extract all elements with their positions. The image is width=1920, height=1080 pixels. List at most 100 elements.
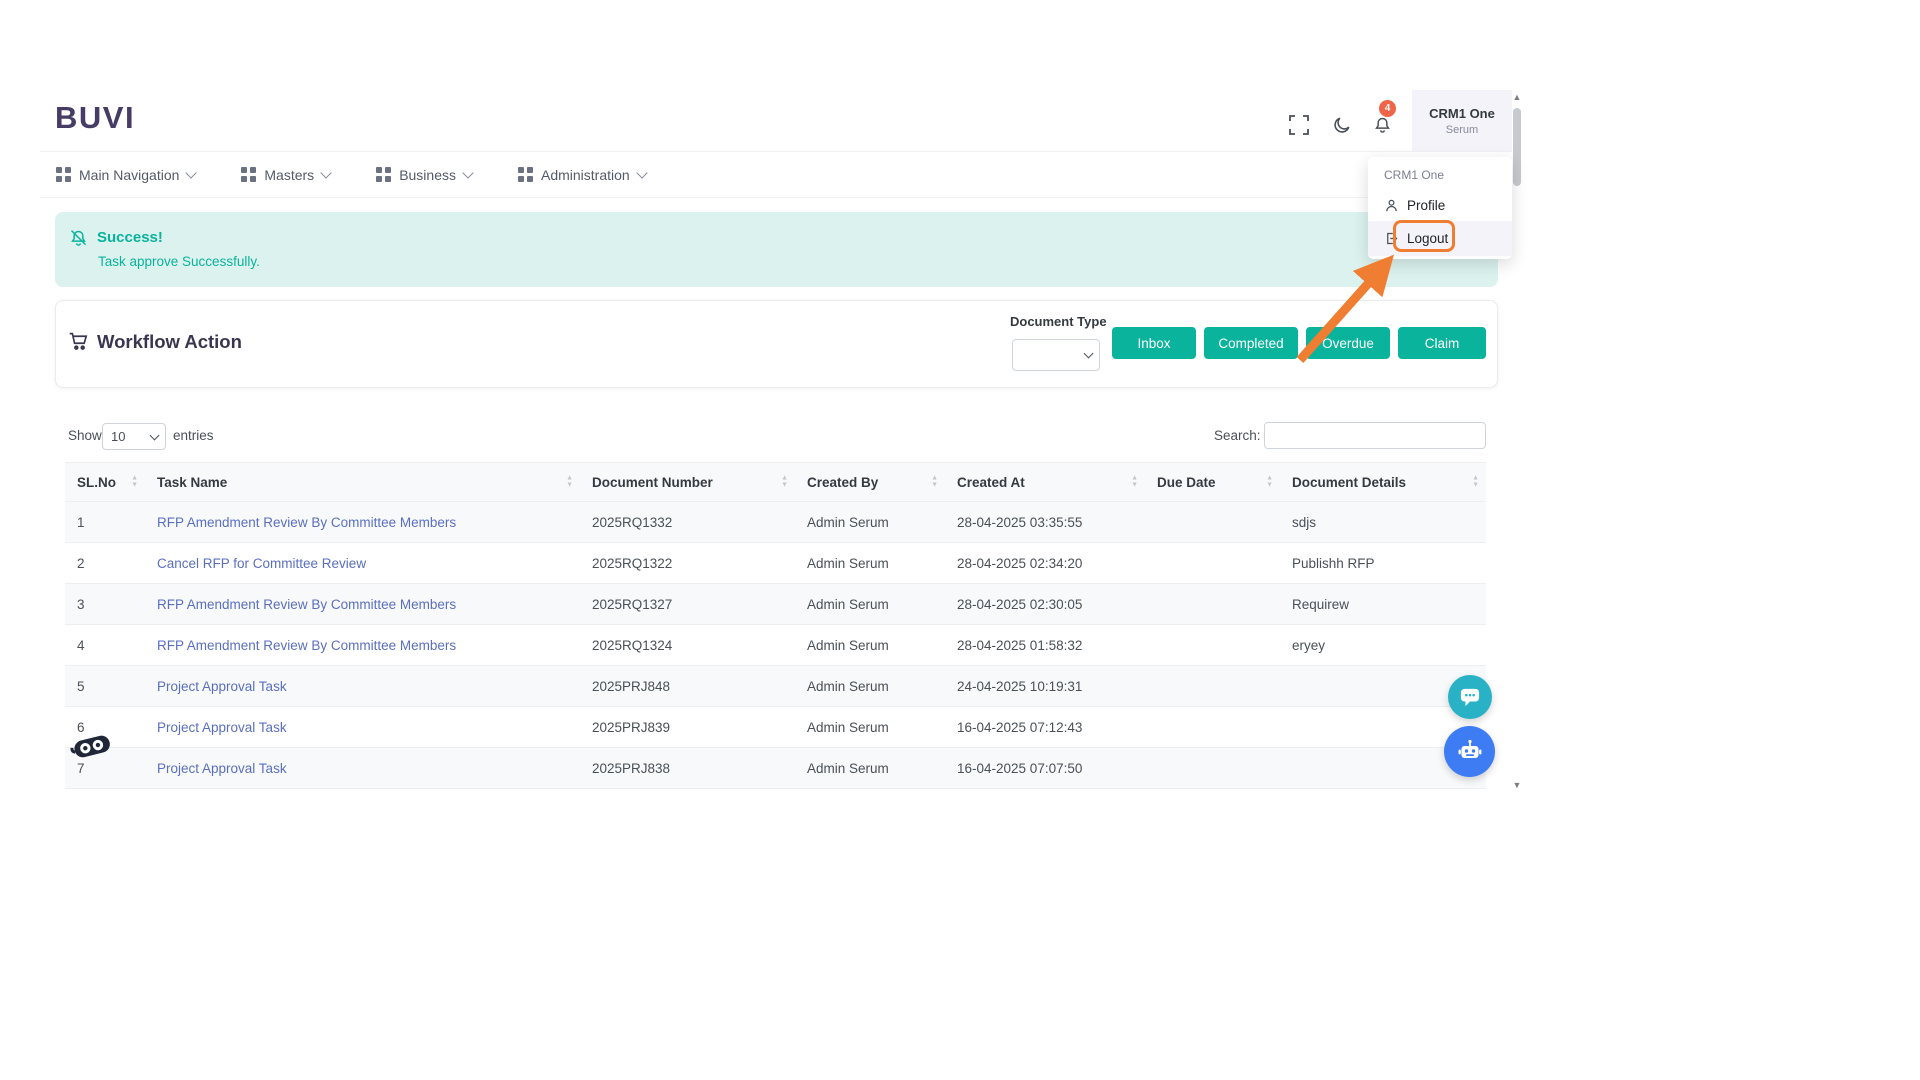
column-header-document-number[interactable]: Document Number ▲ ▼ [580, 463, 795, 501]
fullscreen-button[interactable] [1286, 112, 1312, 138]
scroll-up-arrow[interactable]: ▲ [1510, 92, 1524, 102]
cell-details: eryey [1292, 637, 1326, 653]
table-header-row: SL.No ▲ ▼ Task Name ▲ ▼ Document Number ▲ ▼ Cr… [65, 462, 1486, 502]
task-name-link[interactable]: RFP Amendment Review By Committee Member… [157, 515, 456, 530]
sort-icon: ▲ ▼ [131, 474, 138, 488]
cell-due_date [1145, 543, 1280, 583]
overdue-button[interactable]: Overdue [1306, 327, 1390, 359]
document-type-label: Document Type [1010, 314, 1107, 329]
column-header-created-at[interactable]: Created At ▲ ▼ [945, 463, 1145, 501]
cell-task: RFP Amendment Review By Committee Member… [145, 625, 580, 665]
nav-item-administration[interactable]: Administration [518, 166, 648, 183]
sort-icon: ▲ ▼ [931, 474, 938, 488]
cell-created_at: 16-04-2025 07:07:50 [957, 760, 1083, 776]
success-alert [55, 212, 1498, 287]
cell-task: Project Approval Task [145, 666, 580, 706]
notification-count-badge: 4 [1379, 100, 1396, 117]
cell-created_by: Admin Serum [807, 637, 889, 653]
cell-created_at: 28-04-2025 01:58:32 [957, 637, 1083, 653]
nav-label: Business [399, 166, 456, 183]
alert-title: Success! [97, 229, 163, 246]
nav-label: Masters [264, 166, 315, 183]
page-size-select-control[interactable]: 10 [102, 423, 166, 450]
column-header-created-by[interactable]: Created By ▲ ▼ [795, 463, 945, 501]
cell-created_by: Admin Serum [807, 760, 889, 776]
menu-item-profile[interactable]: Profile [1368, 190, 1512, 220]
cell-created_by: Admin Serum [807, 555, 889, 571]
cell-doc_number: 2025RQ1322 [592, 555, 673, 571]
completed-button[interactable]: Completed [1204, 327, 1298, 359]
cell-created_at: 28-04-2025 02:34:20 [957, 555, 1083, 571]
menu-item-label: Profile [1407, 197, 1446, 213]
chevron-down-icon [462, 166, 474, 179]
page-size-select[interactable]: 10 [102, 423, 166, 450]
task-name-link[interactable]: Project Approval Task [157, 761, 287, 776]
user-name: CRM1 One [1429, 105, 1495, 121]
task-name-link[interactable]: RFP Amendment Review By Committee Member… [157, 638, 456, 653]
column-header-slno[interactable]: SL.No ▲ ▼ [65, 463, 145, 501]
moon-icon [1333, 116, 1350, 133]
alert-message: Task approve Successfully. [98, 254, 260, 269]
nav-label: Administration [541, 166, 630, 183]
menu-item-label: Logout [1407, 231, 1449, 246]
scroll-down-arrow[interactable]: ▼ [1510, 780, 1524, 790]
user-menu-trigger[interactable]: CRM1 One Serum [1412, 90, 1512, 151]
grid-icon [56, 167, 71, 182]
task-name-link[interactable]: Cancel RFP for Committee Review [157, 556, 366, 571]
inbox-button[interactable]: Inbox [1112, 327, 1196, 359]
cell-created_at: 28-04-2025 03:35:55 [957, 514, 1083, 530]
user-dropdown-menu: CRM1 One Profile Logout [1368, 157, 1512, 259]
dark-mode-button[interactable] [1328, 112, 1354, 138]
task-name-link[interactable]: Project Approval Task [157, 720, 287, 735]
claim-button[interactable]: Claim [1398, 327, 1486, 359]
cell-details: Publishh RFP [1292, 555, 1375, 571]
task-name-link[interactable]: Project Approval Task [157, 679, 287, 694]
cell-task: Project Approval Task [145, 748, 580, 788]
menu-item-logout[interactable]: Logout [1368, 221, 1512, 256]
nav-item-main-navigation[interactable]: Main Navigation [56, 167, 198, 183]
scrollbar-thumb[interactable] [1513, 108, 1521, 186]
assistant-fab-button[interactable] [1444, 726, 1495, 777]
grid-icon [376, 167, 392, 182]
cell-task: Cancel RFP for Committee Review [145, 543, 580, 583]
task-name-link[interactable]: RFP Amendment Review By Committee Member… [157, 597, 456, 612]
logout-icon [1387, 232, 1398, 245]
fullscreen-icon [1289, 115, 1309, 135]
cell-due_date [1145, 584, 1280, 624]
cell-created_at: 16-04-2025 07:12:43 [957, 719, 1083, 735]
user-role: Serum [1445, 123, 1479, 136]
sort-icon: ▲ ▼ [1266, 474, 1273, 488]
cell-doc_number: 2025RQ1327 [592, 596, 673, 612]
table-row: 5 Project Approval Task 2025PRJ848 Admin Se… [65, 666, 1486, 707]
cell-doc_number: 2025PRJ848 [592, 678, 671, 694]
nav-item-masters[interactable]: Masters [241, 166, 332, 183]
table-row: 1 RFP Amendment Review By Committee Membe… [65, 502, 1486, 543]
document-type-select-control[interactable] [1012, 339, 1100, 371]
cell-created_at: 24-04-2025 10:19:31 [957, 678, 1083, 694]
cell-due_date [1145, 666, 1280, 706]
cell-details: Requirew [1292, 596, 1350, 612]
vertical-scrollbar[interactable]: ▲ ▼ [1510, 92, 1524, 792]
cell-task: Project Approval Task [145, 707, 580, 747]
search-input[interactable] [1264, 422, 1486, 449]
nav-item-business[interactable]: Business [376, 166, 474, 183]
column-header-document-details[interactable]: Document Details ▲ ▼ [1280, 463, 1486, 501]
document-type-select[interactable] [1012, 339, 1100, 371]
cell-doc_number: 2025RQ1324 [592, 637, 673, 653]
sort-icon: ▲ ▼ [1472, 474, 1479, 488]
cell-created_by: Admin Serum [807, 678, 889, 694]
cell-created_at: 28-04-2025 02:30:05 [957, 596, 1083, 612]
column-header-due-date[interactable]: Due Date ▲ ▼ [1145, 463, 1280, 501]
main-nav-bar: Main Navigation Masters Business Adminis… [40, 152, 1512, 198]
table-row: 4 RFP Amendment Review By Committee Membe… [65, 625, 1486, 666]
page-title: Workflow Action [97, 331, 242, 352]
table-row: 6 Project Approval Task 2025PRJ839 Admin Se… [65, 707, 1486, 748]
chevron-down-icon [320, 166, 332, 179]
column-header-task-name[interactable]: Task Name ▲ ▼ [145, 463, 580, 501]
cell-due_date [1145, 707, 1280, 747]
workflow-table: SL.No ▲ ▼ Task Name ▲ ▼ Document Number ▲ ▼ Cr… [65, 462, 1486, 789]
cell-sl: 5 [77, 678, 85, 694]
user-menu-header: CRM1 One [1384, 168, 1445, 182]
chat-fab-button[interactable] [1448, 675, 1492, 719]
sort-icon: ▲ ▼ [1131, 474, 1138, 488]
